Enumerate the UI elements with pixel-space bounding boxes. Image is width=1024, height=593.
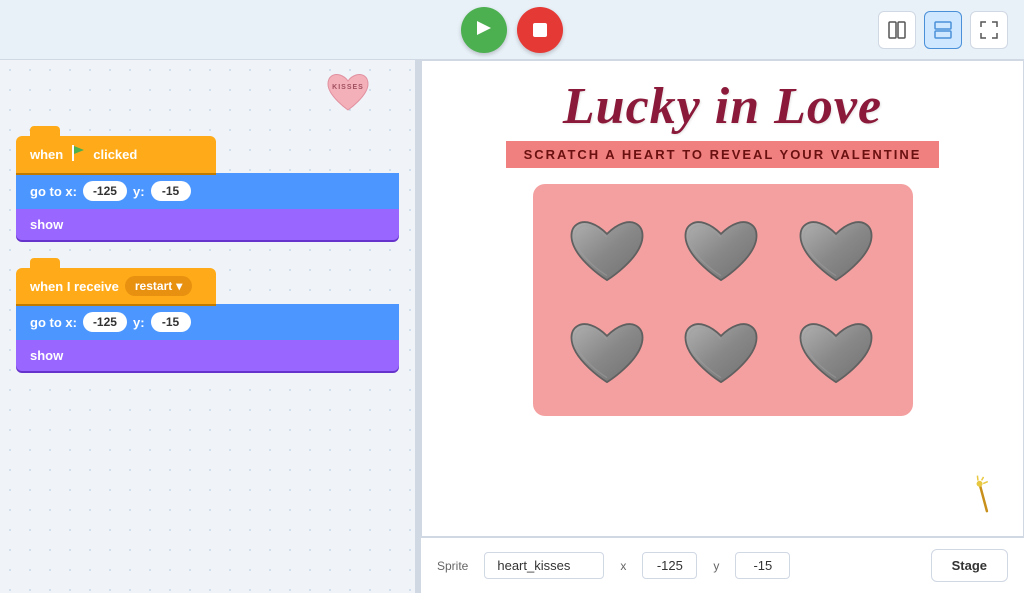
heart-slot-1[interactable] [557,204,657,294]
heart-slot-2[interactable] [671,204,771,294]
receive-dropdown[interactable]: restart ▾ [125,276,192,296]
heart-slot-5[interactable] [671,306,771,396]
x-coord-label: x [620,559,626,573]
stage-canvas: Lucky in Love SCRATCH A HEART TO REVEAL … [421,60,1024,537]
game-title: Lucky in Love [563,81,882,133]
goto-label-1: go to x: [30,184,77,199]
game-content: Lucky in Love SCRATCH A HEART TO REVEAL … [422,61,1023,536]
when-receive-hat[interactable]: when I receive restart ▾ [16,268,216,304]
block-group-1: when clicked go to x: -125 y: -15 show [16,136,399,240]
layout-button[interactable] [878,11,916,49]
code-panel: KISSES when clicked go to x: -125 y: -15 [0,60,415,593]
goto-block-1[interactable]: go to x: -125 y: -15 [16,173,399,209]
show-label-2: show [30,348,63,363]
x-coord-input[interactable]: -125 [642,552,697,579]
fullscreen-button[interactable] [970,11,1008,49]
when-flag-clicked-hat[interactable]: when clicked [16,136,216,173]
receive-value: restart [135,279,172,293]
hearts-grid [533,184,913,416]
block-group-2: when I receive restart ▾ go to x: -125 y… [16,268,399,371]
y-label-2: y: [133,315,145,330]
game-subtitle: SCRATCH A HEART TO REVEAL YOUR VALENTINE [506,141,940,168]
sprite-name-input[interactable]: heart_kisses [484,552,604,579]
heart-slot-6[interactable] [786,306,886,396]
wand-icon [959,473,1012,528]
dropdown-arrow-icon: ▾ [176,279,182,293]
stage-tab[interactable]: Stage [931,549,1008,582]
x-input-2[interactable]: -125 [83,312,127,332]
goto-block-2[interactable]: go to x: -125 y: -15 [16,304,399,340]
y-label-1: y: [133,184,145,199]
heart-slot-4[interactable] [557,306,657,396]
sprite-heart-kisses: KISSES [323,68,373,114]
stop-button[interactable] [517,7,563,53]
top-bar [0,0,1024,60]
kisses-label: KISSES [332,84,364,91]
y-coord-label: y [713,559,719,573]
split-view-button[interactable] [924,11,962,49]
flag-mini-icon [69,144,87,165]
bottom-bar: Sprite heart_kisses x -125 y -15 Stage [421,537,1024,593]
x-input-1[interactable]: -125 [83,181,127,201]
y-input-1[interactable]: -15 [151,181,191,201]
goto-label-2: go to x: [30,315,77,330]
y-coord-input[interactable]: -15 [735,552,790,579]
show-block-2[interactable]: show [16,340,399,371]
clicked-text: clicked [93,147,137,162]
main-area: KISSES when clicked go to x: -125 y: -15 [0,60,1024,593]
heart-slot-3[interactable] [786,204,886,294]
show-label-1: show [30,217,63,232]
y-input-2[interactable]: -15 [151,312,191,332]
when-receive-text: when I receive [30,279,119,294]
stage-panel: Lucky in Love SCRATCH A HEART TO REVEAL … [421,60,1024,593]
green-flag-button[interactable] [461,7,507,53]
show-block-1[interactable]: show [16,209,399,240]
when-text: when [30,147,63,162]
sprite-label: Sprite [437,559,468,573]
view-controls [878,11,1008,49]
